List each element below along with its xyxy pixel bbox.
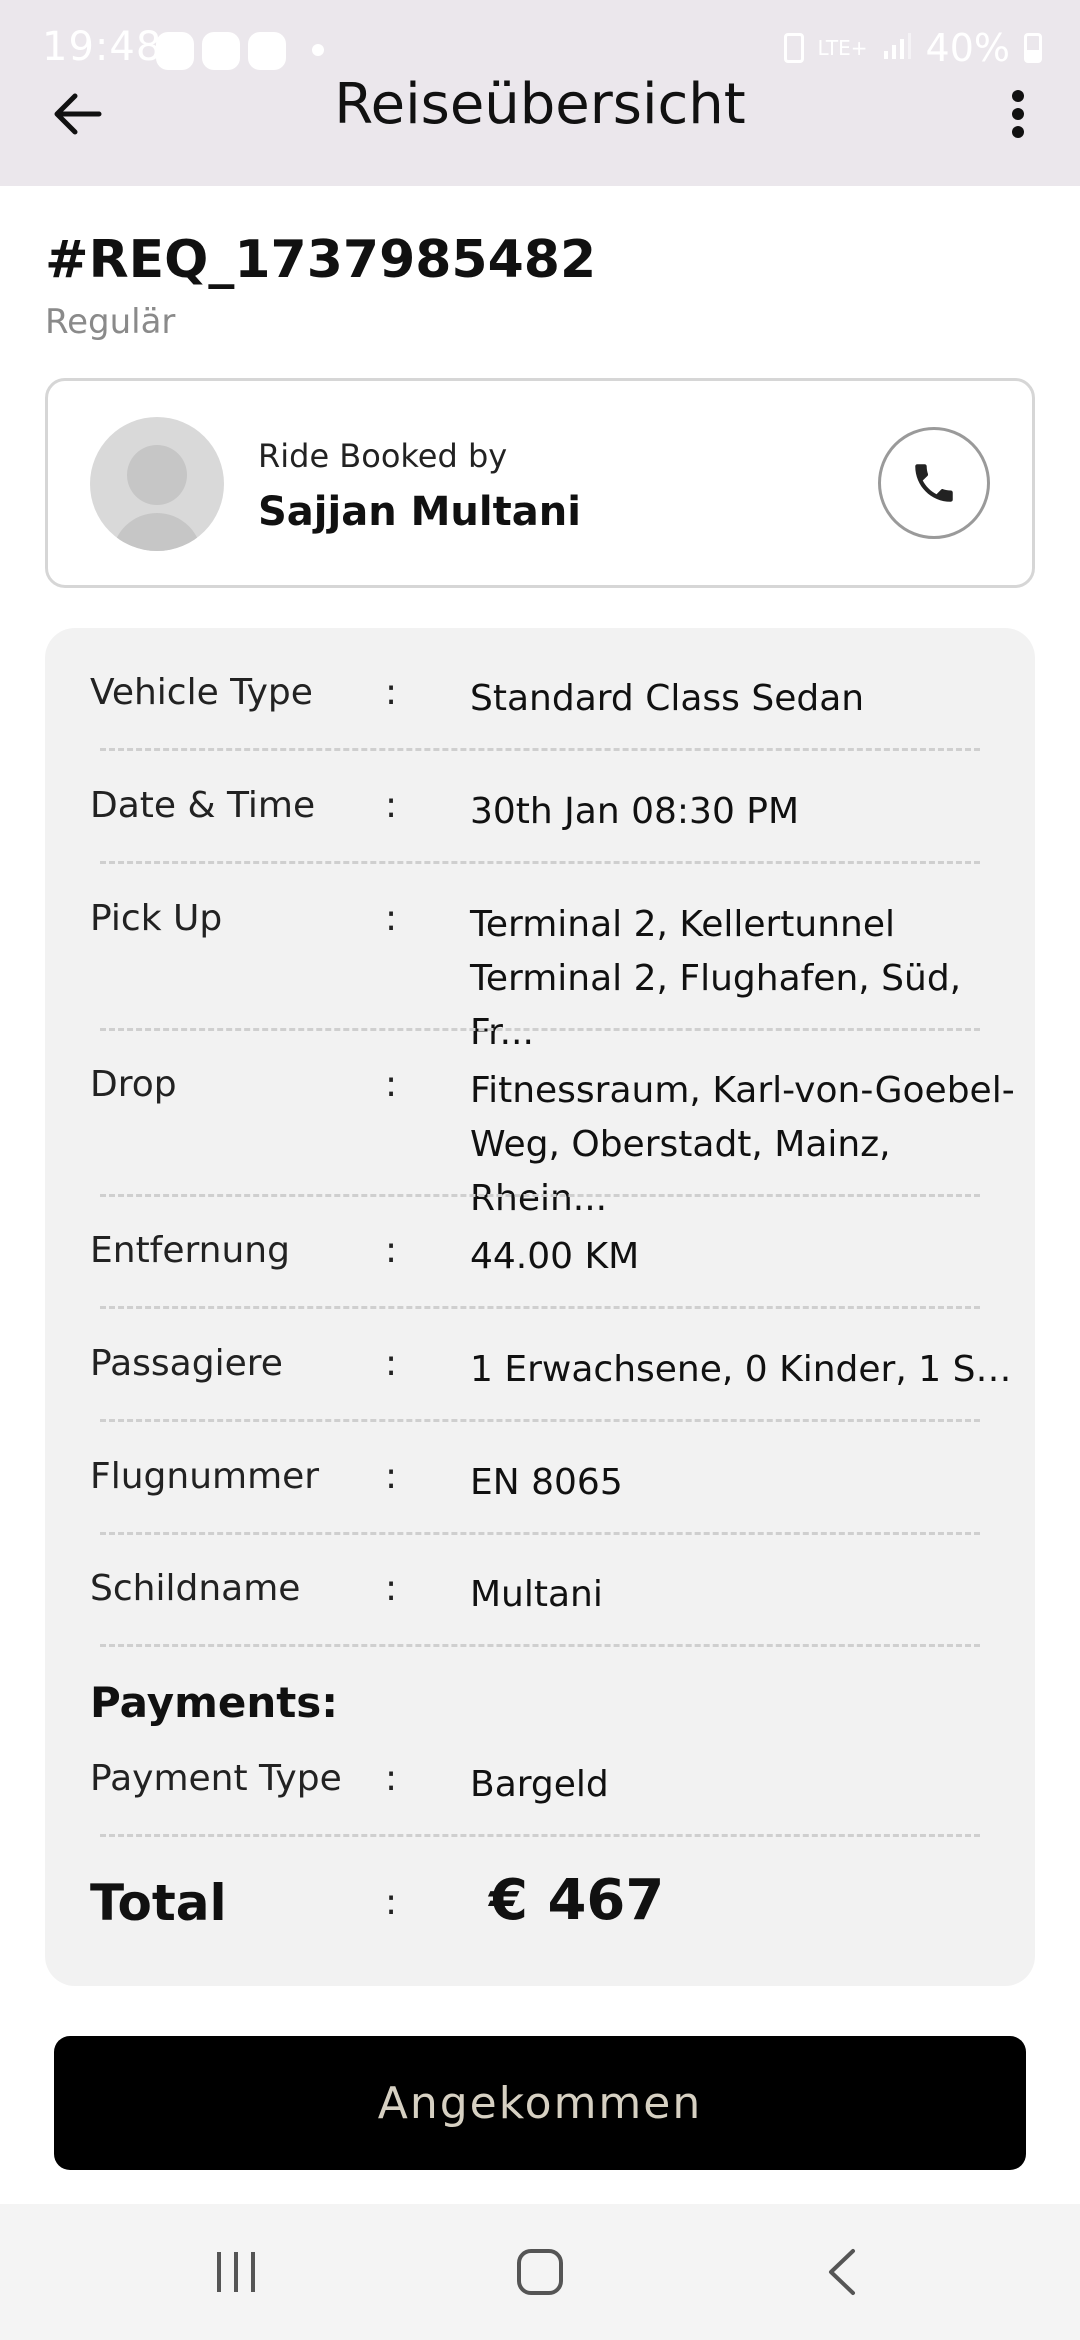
detail-value: Standard Class Sedan <box>470 678 865 719</box>
detail-separator: : <box>385 672 398 713</box>
more-options-button[interactable] <box>996 74 1040 154</box>
nav-recents-button[interactable] <box>196 2240 276 2304</box>
detail-key: Passagiere <box>90 1343 283 1384</box>
detail-value: 44.00 KM <box>470 1236 640 1277</box>
detail-key: Vehicle Type <box>90 672 313 713</box>
arrived-button[interactable]: Angekommen <box>54 2036 1026 2170</box>
divider <box>100 861 980 864</box>
network-type-label: LTE+ <box>817 36 868 60</box>
phone-icon <box>915 464 953 502</box>
divider <box>100 1644 980 1647</box>
top-app-area: 19:48 LTE+ 40% Reiseübersicht <box>0 0 1080 186</box>
divider <box>100 1532 980 1535</box>
divider <box>100 748 980 751</box>
detail-separator: : <box>385 1064 398 1105</box>
app-bar: Reiseübersicht <box>0 60 1080 186</box>
more-notifications-icon <box>312 44 324 56</box>
detail-value: Terminal 2, Kellertunnel Terminal 2, Flu… <box>470 904 962 1053</box>
avatar <box>90 417 224 551</box>
payments-heading: Payments: <box>90 1678 339 1727</box>
detail-value: Bargeld <box>470 1764 609 1805</box>
nav-home-button[interactable] <box>500 2240 580 2304</box>
total-separator: : <box>385 1882 398 1923</box>
detail-separator: : <box>385 1456 398 1497</box>
booked-by-label: Ride Booked by <box>258 437 508 475</box>
detail-value: 30th Jan 08:30 PM <box>470 791 800 832</box>
battery-icon <box>1024 33 1042 63</box>
detail-key: Drop <box>90 1064 177 1105</box>
detail-key: Payment Type <box>90 1758 342 1799</box>
request-id: #REQ_1737985482 <box>45 230 597 290</box>
detail-separator: : <box>385 1568 398 1609</box>
page-title: Reiseübersicht <box>334 72 746 137</box>
arrived-button-label: Angekommen <box>377 2077 703 2129</box>
detail-key: Date & Time <box>90 785 316 826</box>
divider <box>100 1306 980 1309</box>
detail-value: 1 Erwachsene, 0 Kinder, 1 Säu... <box>470 1349 1030 1390</box>
divider <box>100 1834 980 1837</box>
divider <box>100 1194 980 1197</box>
detail-key: Flugnummer <box>90 1456 320 1497</box>
detail-separator: : <box>385 898 398 939</box>
recents-icon <box>217 2252 255 2292</box>
total-amount: € 467 <box>489 1868 665 1933</box>
avatar-head <box>127 445 187 505</box>
detail-value: Fitnessraum, Karl-von-Goebel-Weg, Oberst… <box>470 1070 1015 1219</box>
detail-separator: : <box>385 1230 398 1271</box>
system-nav-bar <box>0 2204 1080 2340</box>
request-type: Regulär <box>45 302 176 342</box>
trip-details-panel: Vehicle Type : Standard Class Sedan Date… <box>45 628 1035 1986</box>
call-button[interactable] <box>878 427 990 539</box>
avatar-shoulders <box>112 513 202 551</box>
more-vertical-icon <box>1012 90 1024 138</box>
detail-value: EN 8065 <box>470 1462 623 1503</box>
nav-back-button[interactable] <box>802 2240 882 2304</box>
home-icon <box>517 2249 563 2295</box>
total-label: Total <box>90 1874 227 1932</box>
booker-name: Sajjan Multani <box>258 489 581 535</box>
divider <box>100 1028 980 1031</box>
detail-value: Multani <box>470 1574 603 1615</box>
detail-separator: : <box>385 1343 398 1384</box>
saver-icon <box>783 33 804 63</box>
detail-key: Entfernung <box>90 1230 290 1271</box>
detail-key: Pick Up <box>90 898 223 939</box>
booker-card: Ride Booked by Sajjan Multani <box>45 378 1035 588</box>
divider <box>100 1419 980 1422</box>
back-chevron-icon <box>829 2249 855 2295</box>
detail-separator: : <box>385 785 398 826</box>
detail-key: Schildname <box>90 1568 301 1609</box>
detail-separator: : <box>385 1758 398 1799</box>
